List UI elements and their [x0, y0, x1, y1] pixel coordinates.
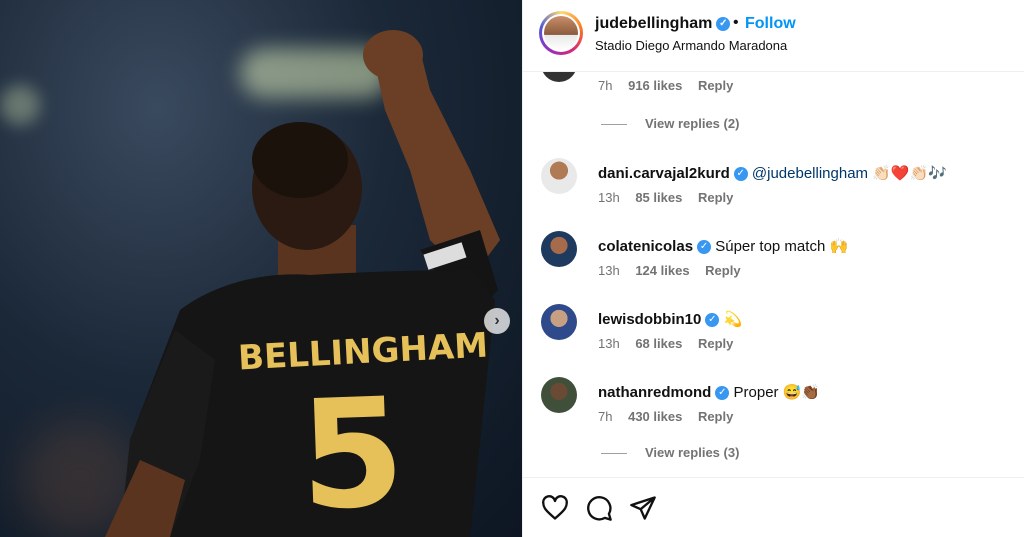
avatar[interactable] — [541, 72, 577, 82]
comment-item: lewisdobbin10 ✓ 💫 13h 68 likes Reply — [523, 304, 1024, 364]
share-icon[interactable] — [629, 494, 657, 522]
verified-badge-icon: ✓ — [705, 313, 720, 328]
reply-button[interactable]: Reply — [698, 78, 733, 93]
comment-meta: 13h 68 likes Reply — [598, 336, 745, 351]
author-username-text[interactable]: judebellingham — [595, 15, 712, 32]
view-replies-label: View replies (3) — [645, 445, 740, 460]
comment-item: dani.carvajal2kurd ✓ @judebellingham 👏🏻❤️… — [523, 158, 1024, 218]
comment-body: Súper top match 🙌 — [715, 238, 849, 255]
action-bar — [523, 477, 1024, 537]
comment-icon[interactable] — [585, 494, 613, 522]
author-username[interactable]: judebellingham ✓ — [595, 15, 731, 33]
comment-time: 13h — [598, 336, 620, 351]
avatar[interactable] — [541, 231, 577, 267]
reply-button[interactable]: Reply — [698, 190, 733, 205]
verified-badge-icon: ✓ — [697, 240, 712, 255]
comment-time: 13h — [598, 263, 620, 278]
comment-item: nathanredmond ✓ Proper 😅👏🏾 7h 430 likes R… — [523, 377, 1024, 437]
author-avatar[interactable] — [539, 11, 583, 55]
comment-meta: 7h 430 likes Reply — [598, 409, 745, 424]
comment-username[interactable]: nathanredmond — [598, 384, 711, 401]
next-image-button[interactable]: › — [484, 308, 510, 334]
comment-likes[interactable]: 85 likes — [635, 190, 682, 205]
post-image[interactable]: BELLINGHAM 5 › — [0, 0, 522, 537]
comment-username[interactable]: colatenicolas — [598, 238, 693, 255]
follow-button[interactable]: Follow — [745, 15, 796, 33]
verified-badge-icon: ✓ — [716, 16, 731, 31]
comment-text: dani.carvajal2kurd ✓ @judebellingham 👏🏻❤️… — [598, 164, 947, 182]
comment-item: colatenicolas ✓ Súper top match 🙌 13h 124… — [523, 231, 1024, 291]
reply-button[interactable]: Reply — [698, 409, 733, 424]
comment-text: nathanredmond ✓ Proper 😅👏🏾 — [598, 383, 820, 401]
comments-list[interactable]: 7h 916 likes Reply View replies (2) dani… — [523, 72, 1024, 477]
comment-time: 13h — [598, 190, 620, 205]
chevron-right-icon: › — [494, 312, 500, 329]
comment-meta: 7h 916 likes Reply — [598, 78, 745, 93]
view-replies-label: View replies (2) — [645, 116, 740, 131]
comment-time: 7h — [598, 409, 613, 424]
jersey-number: 5 — [296, 366, 408, 537]
reply-button[interactable]: Reply — [705, 263, 740, 278]
post-header: judebellingham ✓ • Follow Stadio Diego Ar… — [523, 0, 1024, 72]
view-replies-button[interactable]: View replies (2) — [601, 116, 739, 131]
verified-badge-icon: ✓ — [715, 386, 730, 401]
comment-body: @judebellingham 👏🏻❤️👏🏻🎶 — [751, 165, 947, 182]
comment-text: lewisdobbin10 ✓ 💫 — [598, 310, 742, 328]
avatar[interactable] — [541, 377, 577, 413]
avatar[interactable] — [541, 304, 577, 340]
comment-time: 7h — [598, 78, 613, 93]
comment-username[interactable]: dani.carvajal2kurd — [598, 165, 730, 182]
heart-icon[interactable] — [541, 494, 569, 522]
player-figure — [105, 30, 500, 537]
comment-meta: 13h 124 likes Reply — [598, 263, 753, 278]
comment-likes[interactable]: 916 likes — [628, 78, 682, 93]
comment-body: Proper 😅👏🏾 — [733, 384, 821, 401]
verified-badge-icon: ✓ — [733, 167, 748, 182]
comment-likes[interactable]: 124 likes — [635, 263, 689, 278]
avatar[interactable] — [541, 158, 577, 194]
comment-meta: 13h 85 likes Reply — [598, 190, 745, 205]
post-location[interactable]: Stadio Diego Armando Maradona — [595, 38, 787, 53]
comment-username[interactable]: lewisdobbin10 — [598, 311, 701, 328]
view-replies-button[interactable]: View replies (3) — [601, 445, 739, 460]
separator-dot: • — [733, 14, 739, 31]
comment-text: colatenicolas ✓ Súper top match 🙌 — [598, 237, 848, 255]
comment-body: 💫 — [723, 311, 743, 328]
comment-likes[interactable]: 430 likes — [628, 409, 682, 424]
reply-button[interactable]: Reply — [698, 336, 733, 351]
post-sidebar: judebellingham ✓ • Follow Stadio Diego Ar… — [522, 0, 1024, 537]
comment-likes[interactable]: 68 likes — [635, 336, 682, 351]
